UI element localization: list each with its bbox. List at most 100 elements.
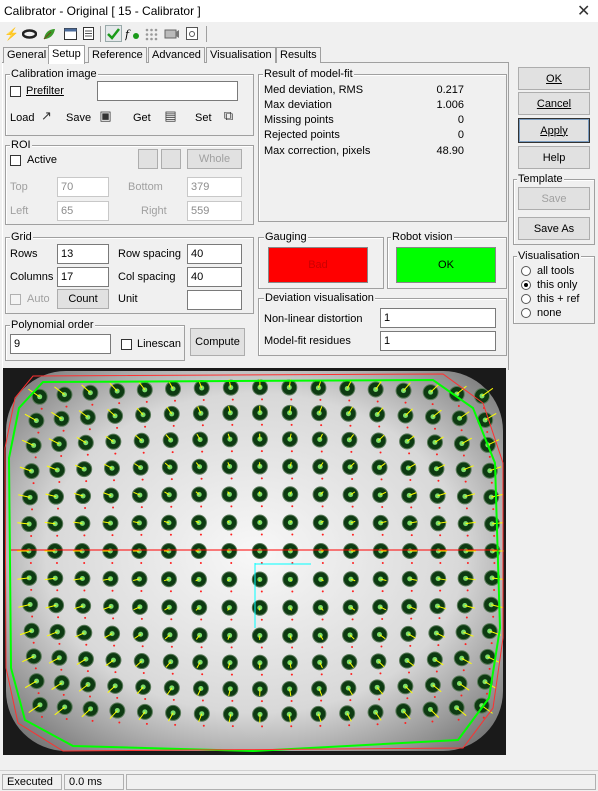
polynomial-order-input[interactable]: 9 bbox=[10, 334, 111, 354]
roi-active-checkbox[interactable] bbox=[10, 155, 21, 166]
left-input[interactable]: 65 bbox=[57, 201, 109, 221]
calibration-dot-center bbox=[315, 711, 321, 717]
calibration-dot-center bbox=[459, 441, 465, 447]
row-spacing-input[interactable]: 40 bbox=[187, 244, 242, 264]
calibration-dot-center bbox=[317, 659, 323, 665]
residue-marker bbox=[32, 482, 35, 485]
leaf-icon[interactable] bbox=[41, 25, 58, 42]
tab-general[interactable]: General bbox=[3, 47, 51, 63]
checkmark-icon[interactable] bbox=[105, 25, 122, 42]
calibration-image-view[interactable] bbox=[3, 368, 506, 755]
residue-marker bbox=[199, 561, 202, 564]
roi-button-1[interactable] bbox=[138, 149, 158, 169]
top-input[interactable]: 70 bbox=[57, 177, 109, 197]
grid-legend: Grid bbox=[10, 231, 33, 243]
link-icon[interactable] bbox=[21, 25, 38, 42]
residue-marker bbox=[111, 534, 114, 537]
residue-marker bbox=[58, 642, 61, 645]
residue-marker bbox=[230, 646, 233, 649]
save-as-button[interactable]: Save As bbox=[518, 217, 590, 240]
calibration-dot-center bbox=[29, 628, 35, 634]
auto-checkbox[interactable] bbox=[10, 294, 21, 305]
residue-marker bbox=[116, 426, 119, 429]
save-disk-icon[interactable]: ▣ bbox=[97, 108, 114, 124]
bottom-input[interactable]: 379 bbox=[187, 177, 242, 197]
tab-advanced[interactable]: Advanced bbox=[148, 47, 205, 63]
tab-reference[interactable]: Reference bbox=[88, 47, 147, 63]
roi-button-2[interactable] bbox=[161, 149, 181, 169]
tab-results[interactable]: Results bbox=[276, 47, 321, 63]
compute-button[interactable]: Compute bbox=[190, 328, 245, 356]
open-folder-icon[interactable]: ↗ bbox=[38, 108, 55, 124]
window-icon[interactable] bbox=[62, 25, 79, 42]
whole-button[interactable]: Whole bbox=[187, 149, 242, 169]
sheet-icon[interactable] bbox=[183, 25, 200, 42]
residue-marker bbox=[260, 618, 263, 621]
status-time: 0.0 ms bbox=[64, 774, 124, 790]
residue-marker bbox=[37, 431, 40, 434]
vis-this-only-radio[interactable] bbox=[521, 280, 531, 290]
nonlinear-input[interactable]: 1 bbox=[380, 308, 496, 328]
function-icon[interactable]: f bbox=[124, 25, 141, 42]
tab-visualisation[interactable]: Visualisation bbox=[206, 47, 276, 63]
residue-marker bbox=[230, 561, 233, 564]
rows-input[interactable]: 13 bbox=[57, 244, 109, 264]
grid-icon[interactable] bbox=[143, 25, 160, 42]
residue-marker bbox=[439, 534, 442, 537]
residue-marker bbox=[462, 669, 465, 672]
right-input[interactable]: 559 bbox=[187, 201, 242, 221]
set-image-icon[interactable]: ⧉ bbox=[220, 108, 237, 124]
apply-button[interactable]: Apply bbox=[518, 118, 590, 143]
calibration-image-legend: Calibration image bbox=[10, 68, 98, 80]
residues-input[interactable]: 1 bbox=[380, 331, 496, 351]
camera-icon[interactable] bbox=[163, 25, 180, 42]
residue-marker bbox=[200, 477, 203, 480]
residue-marker bbox=[31, 508, 34, 511]
residue-marker bbox=[490, 642, 493, 645]
residue-marker bbox=[438, 506, 441, 509]
residue-marker bbox=[320, 424, 323, 427]
residue-marker bbox=[290, 450, 293, 453]
unit-input[interactable] bbox=[187, 290, 242, 310]
calibration-dot-center bbox=[482, 417, 488, 423]
ok-button[interactable]: OK bbox=[518, 67, 590, 90]
residue-marker bbox=[202, 724, 205, 727]
residue-marker bbox=[406, 426, 409, 429]
residue-marker bbox=[409, 479, 412, 482]
residue-marker bbox=[464, 480, 467, 483]
prefilter-checkbox[interactable] bbox=[10, 86, 21, 97]
residue-marker bbox=[231, 398, 234, 401]
residue-marker bbox=[291, 590, 294, 593]
col-spacing-input[interactable]: 40 bbox=[187, 267, 242, 287]
tab-setup[interactable]: Setup bbox=[48, 45, 85, 64]
residue-marker bbox=[169, 590, 172, 593]
residue-marker bbox=[376, 723, 379, 726]
close-icon[interactable]: ✕ bbox=[577, 1, 590, 21]
image-path-input[interactable] bbox=[97, 81, 238, 101]
residue-marker bbox=[200, 505, 203, 508]
residue-marker bbox=[260, 533, 263, 536]
calibration-dot-center bbox=[83, 440, 89, 446]
residue-marker bbox=[231, 423, 234, 426]
calibration-dot-center bbox=[405, 465, 411, 471]
count-button[interactable]: Count bbox=[57, 289, 109, 309]
columns-input[interactable]: 17 bbox=[57, 267, 109, 287]
linescan-checkbox[interactable] bbox=[121, 339, 132, 350]
residue-marker bbox=[291, 505, 294, 508]
lightning-icon[interactable]: ⚡ bbox=[3, 25, 20, 42]
template-save-button[interactable]: Save bbox=[518, 187, 590, 210]
polynomial-order-legend: Polynomial order bbox=[10, 319, 95, 331]
load-label: Load bbox=[10, 112, 35, 124]
title-bar: Calibrator - Original [ 15 - Calibrator … bbox=[0, 0, 598, 22]
residue-marker bbox=[231, 725, 234, 728]
residue-marker bbox=[230, 450, 233, 453]
vis-this-ref-radio[interactable] bbox=[521, 294, 531, 304]
document-icon[interactable] bbox=[80, 25, 97, 42]
help-button[interactable]: Help bbox=[518, 146, 590, 169]
vis-all-tools-radio[interactable] bbox=[521, 266, 531, 276]
residue-marker bbox=[291, 646, 294, 649]
cancel-button[interactable]: Cancel bbox=[518, 92, 590, 115]
vis-none-radio[interactable] bbox=[521, 308, 531, 318]
residue-marker bbox=[466, 589, 469, 592]
get-image-icon[interactable]: ▤ bbox=[162, 108, 179, 124]
